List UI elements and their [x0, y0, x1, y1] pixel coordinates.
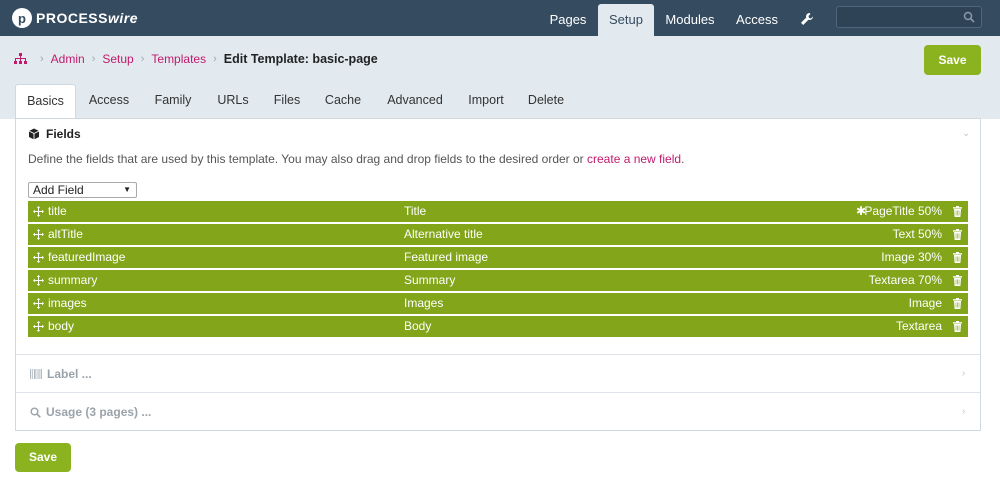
- wrench-icon[interactable]: [800, 12, 814, 26]
- trash-icon[interactable]: [953, 206, 962, 217]
- tab-delete[interactable]: Delete: [522, 84, 570, 119]
- breadcrumb-admin[interactable]: Admin: [51, 52, 85, 66]
- add-field-select[interactable]: Add Field ▼: [28, 182, 137, 198]
- save-button-bottom[interactable]: Save: [15, 443, 71, 472]
- breadcrumb-setup[interactable]: Setup: [102, 52, 133, 66]
- field-row[interactable]: altTitle Alternative title Text 50%: [28, 224, 968, 245]
- tab-basics[interactable]: Basics: [15, 84, 76, 119]
- usage-section-title: Usage (3 pages) ...: [46, 405, 152, 419]
- label-section-header[interactable]: Label ...: [30, 367, 92, 381]
- tab-files[interactable]: Files: [268, 84, 306, 119]
- field-type: Image 30%: [881, 250, 942, 264]
- divider: [16, 392, 980, 393]
- tab-access[interactable]: Access: [82, 84, 136, 119]
- trash-icon[interactable]: [953, 252, 962, 263]
- move-icon[interactable]: [33, 321, 44, 332]
- dropdown-arrow-icon: ▼: [123, 185, 131, 194]
- search-input[interactable]: [836, 6, 982, 28]
- field-row[interactable]: title Title ✱ PageTitle 50%: [28, 201, 968, 222]
- search-icon: [30, 407, 41, 418]
- field-type: Textarea 70%: [868, 273, 942, 287]
- trash-icon[interactable]: [953, 298, 962, 309]
- chevron-right-icon[interactable]: ›: [962, 368, 972, 379]
- search-icon: [963, 11, 975, 23]
- chevron-down-icon[interactable]: ⌄: [962, 128, 972, 139]
- move-icon[interactable]: [33, 298, 44, 309]
- breadcrumb: › Admin › Setup › Templates › Edit Templ…: [14, 51, 378, 67]
- field-name[interactable]: featuredImage: [48, 247, 125, 268]
- page-title: Edit Template: basic-page: [223, 52, 378, 66]
- field-label: Body: [404, 319, 432, 333]
- field-type: Image: [908, 296, 942, 310]
- top-bar: p PROCESSwire Pages Setup Modules Access: [0, 0, 1000, 36]
- move-icon[interactable]: [33, 206, 44, 217]
- create-field-link[interactable]: create a new field: [587, 152, 681, 166]
- cube-icon: [28, 128, 40, 140]
- trash-icon[interactable]: [953, 229, 962, 240]
- field-label: Title: [404, 204, 427, 218]
- tab-urls[interactable]: URLs: [212, 84, 254, 119]
- logo-mark: p: [12, 8, 32, 28]
- save-button-top[interactable]: Save: [924, 45, 981, 75]
- field-name[interactable]: title: [48, 201, 67, 222]
- breadcrumb-separator: ›: [213, 53, 217, 65]
- field-label: Summary: [404, 273, 456, 287]
- breadcrumb-separator: ›: [140, 53, 145, 65]
- field-name[interactable]: images: [48, 293, 87, 314]
- breadcrumb-separator: ›: [91, 53, 96, 65]
- fields-section-title: Fields: [46, 127, 81, 141]
- move-icon[interactable]: [33, 252, 44, 263]
- divider: [16, 354, 980, 355]
- sitemap-icon[interactable]: [14, 53, 27, 65]
- topnav-access[interactable]: Access: [730, 0, 784, 36]
- trash-icon[interactable]: [953, 321, 962, 332]
- field-label: Featured image: [404, 250, 489, 264]
- field-type: PageTitle 50%: [864, 204, 942, 218]
- tab-cache[interactable]: Cache: [320, 84, 366, 119]
- topnav-setup[interactable]: Setup: [598, 4, 654, 36]
- chevron-right-icon[interactable]: ›: [962, 406, 972, 417]
- tab-advanced[interactable]: Advanced: [382, 84, 448, 119]
- tab-family[interactable]: Family: [148, 84, 198, 119]
- field-type: Textarea: [895, 319, 942, 333]
- trash-icon[interactable]: [953, 275, 962, 286]
- field-label: Images: [404, 296, 444, 310]
- processwire-logo[interactable]: p PROCESSwire: [12, 8, 138, 28]
- field-name[interactable]: altTitle: [48, 224, 83, 245]
- label-section-title: Label ...: [47, 367, 92, 381]
- breadcrumb-templates[interactable]: Templates: [151, 52, 206, 66]
- add-field-value: Add Field: [33, 183, 84, 197]
- move-icon[interactable]: [33, 229, 44, 240]
- fields-description: Define the fields that are used by this …: [28, 152, 685, 166]
- field-row[interactable]: images Images Image: [28, 293, 968, 314]
- logo-text: PROCESSwire: [36, 10, 138, 26]
- field-type: Text 50%: [892, 227, 942, 241]
- usage-section-header[interactable]: Usage (3 pages) ...: [30, 405, 151, 419]
- field-name[interactable]: body: [48, 316, 74, 337]
- barcode-icon: [30, 369, 42, 379]
- fields-list: title Title ✱ PageTitle 50% altTitle Alternat…: [28, 201, 968, 339]
- field-row[interactable]: summary Summary Textarea 70%: [28, 270, 968, 291]
- move-icon[interactable]: [33, 275, 44, 286]
- fields-section-header[interactable]: Fields: [28, 127, 81, 141]
- field-label: Alternative title: [404, 227, 483, 241]
- tab-import[interactable]: Import: [462, 84, 510, 119]
- topnav-pages[interactable]: Pages: [544, 0, 592, 36]
- field-row[interactable]: body Body Textarea: [28, 316, 968, 337]
- breadcrumb-separator: ›: [40, 53, 44, 65]
- topnav-modules[interactable]: Modules: [660, 0, 720, 36]
- field-row[interactable]: featuredImage Featured image Image 30%: [28, 247, 968, 268]
- field-name[interactable]: summary: [48, 270, 97, 291]
